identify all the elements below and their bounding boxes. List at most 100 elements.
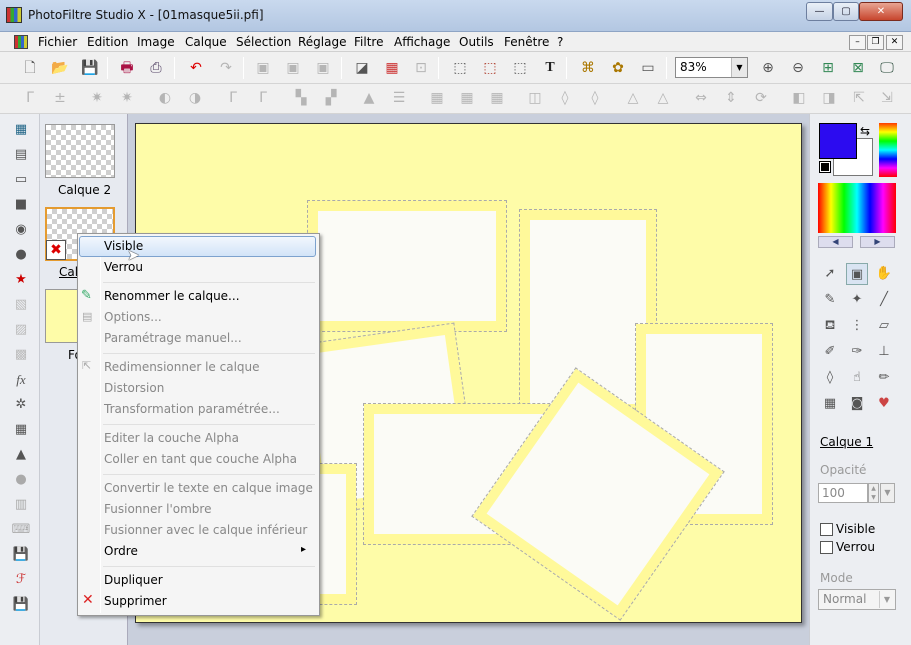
new-file-icon[interactable]: 🗋 bbox=[19, 57, 41, 79]
hand-icon[interactable]: ✋ bbox=[873, 263, 895, 285]
hue-bar[interactable] bbox=[879, 123, 897, 177]
chevron-down-icon[interactable]: ▼ bbox=[879, 591, 894, 608]
scan-icon[interactable]: ⎙ bbox=[145, 57, 167, 79]
menu-item-delete[interactable]: Supprimer bbox=[104, 594, 167, 608]
mosaic-icon[interactable]: ▦ bbox=[11, 420, 31, 440]
explorer-icon[interactable]: ⌘ bbox=[577, 57, 599, 79]
menu-reglage[interactable]: Réglage bbox=[298, 35, 347, 49]
menu-fichier[interactable]: Fichier bbox=[38, 35, 77, 49]
eyedropper-icon[interactable]: ✎ bbox=[819, 289, 841, 311]
menu-edition[interactable]: Edition bbox=[87, 35, 129, 49]
text-tool-icon[interactable]: T bbox=[539, 57, 561, 79]
menu-item-resize-layer[interactable]: Redimensionner le calque bbox=[104, 360, 260, 374]
menu-image[interactable]: Image bbox=[137, 35, 175, 49]
advanced-brush-icon[interactable]: ✑ bbox=[846, 341, 868, 363]
chevron-down-icon[interactable]: ▼ bbox=[731, 58, 747, 77]
pointer-icon[interactable]: ➚ bbox=[819, 263, 841, 285]
gradient-icon[interactable]: ▧ bbox=[11, 295, 31, 315]
menu-help[interactable]: ? bbox=[557, 35, 563, 49]
book-icon[interactable]: ▥ bbox=[11, 495, 31, 515]
save-html-icon[interactable]: 💾 bbox=[11, 595, 31, 615]
dodge-icon[interactable]: ✏ bbox=[873, 367, 895, 389]
menu-selection[interactable]: Sélection bbox=[236, 35, 291, 49]
menu-item-options[interactable]: Options... bbox=[104, 310, 162, 324]
fullscreen-icon[interactable]: 🖵 bbox=[876, 57, 898, 79]
monitor-icon[interactable]: ▭ bbox=[11, 170, 31, 190]
opacity-input[interactable]: 100 bbox=[818, 483, 868, 503]
pattern-icon[interactable]: ▩ bbox=[11, 345, 31, 365]
sphere-icon[interactable]: ● bbox=[11, 245, 31, 265]
open-folder-icon[interactable]: 📂 bbox=[49, 57, 71, 79]
pdf-icon[interactable]: ℱ bbox=[11, 570, 31, 590]
clone-icon[interactable]: ◙ bbox=[846, 393, 868, 415]
zoom-in-icon[interactable]: ⊕ bbox=[757, 57, 779, 79]
menu-item-order[interactable]: Ordre bbox=[104, 544, 138, 558]
grayscale-icon[interactable]: ◪ bbox=[351, 57, 373, 79]
lock-checkbox[interactable] bbox=[820, 541, 833, 554]
menu-item-paste-alpha[interactable]: Coller en tant que couche Alpha bbox=[104, 452, 297, 466]
visible-checkbox[interactable] bbox=[820, 523, 833, 536]
doc-restore-button[interactable]: ❐ bbox=[867, 35, 884, 50]
palette-icon[interactable]: ▦ bbox=[381, 57, 403, 79]
fill-icon[interactable]: ⛾ bbox=[819, 315, 841, 337]
selection-icon[interactable]: ▣ bbox=[846, 263, 868, 285]
menu-outils[interactable]: Outils bbox=[459, 35, 494, 49]
crop-icon[interactable]: ⬚ bbox=[509, 57, 531, 79]
brush-icon[interactable]: ✐ bbox=[819, 341, 841, 363]
save-icon[interactable]: 💾 bbox=[79, 57, 101, 79]
image-size-icon[interactable]: ⬚ bbox=[449, 57, 471, 79]
foreground-color-swatch[interactable] bbox=[819, 123, 857, 159]
save-2000-icon[interactable]: 💾 bbox=[11, 545, 31, 565]
plugin-icon[interactable]: ✿ bbox=[607, 57, 629, 79]
menu-item-merge-down[interactable]: Fusionner avec le calque inférieur bbox=[104, 523, 307, 537]
undo-icon[interactable]: ↶ bbox=[185, 57, 207, 79]
star-icon[interactable]: ★ bbox=[11, 270, 31, 290]
opacity-dropdown[interactable]: ▼ bbox=[880, 483, 895, 503]
smudge-icon[interactable]: ☝ bbox=[846, 367, 868, 389]
circle-icon[interactable]: ● bbox=[11, 470, 31, 490]
menu-item-rename[interactable]: Renommer le calque... bbox=[104, 289, 240, 303]
menu-item-convert-text[interactable]: Convertir le texte en calque image bbox=[104, 481, 313, 495]
texture-tool-icon[interactable]: ▨ bbox=[11, 320, 31, 340]
calculator-icon[interactable]: ▦ bbox=[11, 120, 31, 140]
doc-minimize-button[interactable]: – bbox=[849, 35, 866, 50]
keyboard-icon[interactable]: ⌨ bbox=[11, 520, 31, 540]
window-icon[interactable]: ▭ bbox=[637, 57, 659, 79]
function-icon[interactable]: fx bbox=[11, 370, 31, 390]
menu-affichage[interactable]: Affichage bbox=[394, 35, 450, 49]
menu-filtre[interactable]: Filtre bbox=[354, 35, 383, 49]
scroll-left-icon[interactable]: ◀ bbox=[818, 236, 853, 248]
swap-colors-icon[interactable]: ⇆ bbox=[860, 124, 870, 138]
opacity-stepper[interactable]: ▲ ▼ bbox=[868, 483, 879, 503]
close-button[interactable]: ✕ bbox=[859, 2, 903, 21]
eraser-icon[interactable]: ▱ bbox=[873, 315, 895, 337]
zoom-out-icon[interactable]: ⊖ bbox=[787, 57, 809, 79]
default-colors-icon[interactable] bbox=[819, 161, 831, 173]
menu-item-merge-shadow[interactable]: Fusionner l'ombre bbox=[104, 502, 211, 516]
film-icon[interactable]: ▤ bbox=[11, 145, 31, 165]
spray-icon[interactable]: ⋮ bbox=[846, 315, 868, 337]
shadow-icon[interactable]: ■ bbox=[11, 195, 31, 215]
menu-calque[interactable]: Calque bbox=[185, 35, 227, 49]
fit-window-icon[interactable]: ⊠ bbox=[847, 57, 869, 79]
minimize-button[interactable]: — bbox=[806, 2, 833, 21]
layer-thumbnail-calque2[interactable] bbox=[45, 124, 115, 178]
levels-tool-icon[interactable]: ▲ bbox=[11, 445, 31, 465]
menu-item-param-transform[interactable]: Transformation paramétrée... bbox=[104, 402, 280, 416]
menu-fenetre[interactable]: Fenêtre bbox=[504, 35, 549, 49]
stamp-icon[interactable]: ⊥ bbox=[873, 341, 895, 363]
active-layer-name[interactable]: Calque 1 bbox=[820, 435, 873, 449]
print-icon[interactable]: 🖶 bbox=[116, 57, 138, 79]
menu-item-manual-settings[interactable]: Paramétrage manuel... bbox=[104, 331, 242, 345]
actual-size-icon[interactable]: ⊞ bbox=[817, 57, 839, 79]
magic-wand-icon[interactable]: ✦ bbox=[846, 289, 868, 311]
color-spectrum[interactable] bbox=[818, 183, 896, 233]
menu-item-distortion[interactable]: Distorsion bbox=[104, 381, 164, 395]
camera-icon[interactable]: ◉ bbox=[11, 220, 31, 240]
scroll-right-icon[interactable]: ▶ bbox=[860, 236, 895, 248]
doc-close-button[interactable]: ✕ bbox=[886, 35, 903, 50]
menu-item-duplicate[interactable]: Dupliquer bbox=[104, 573, 163, 587]
line-icon[interactable]: ╱ bbox=[873, 289, 895, 311]
grid-tool-icon[interactable]: ▦ bbox=[819, 393, 841, 415]
maximize-button[interactable]: ▢ bbox=[833, 2, 859, 21]
